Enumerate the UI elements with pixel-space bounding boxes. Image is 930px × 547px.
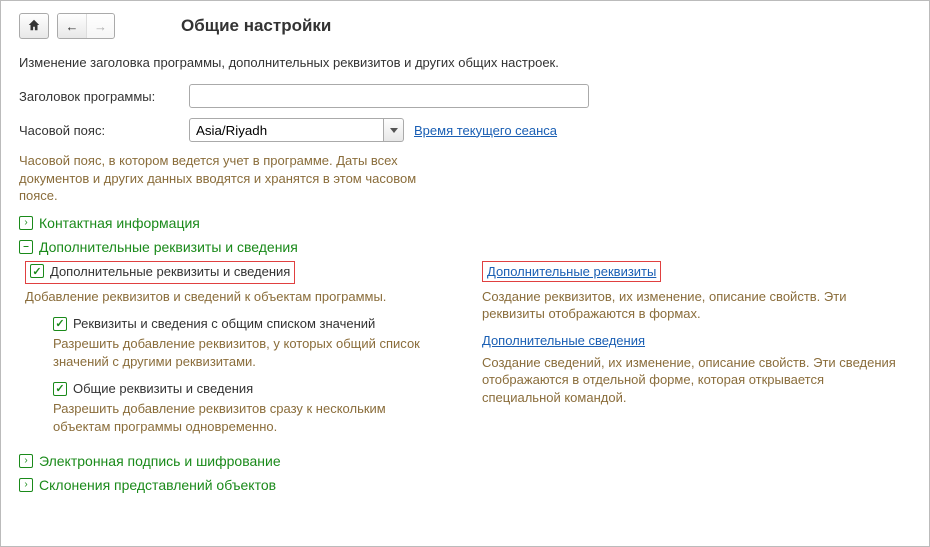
section-declensions-header[interactable]: › Склонения представлений объектов bbox=[19, 477, 911, 493]
section-contact-title: Контактная информация bbox=[39, 215, 200, 231]
timezone-row: Часовой пояс: Время текущего сеанса bbox=[19, 118, 911, 142]
section-signature: › Электронная подпись и шифрование bbox=[19, 453, 911, 469]
page-subtitle: Изменение заголовка программы, дополните… bbox=[19, 55, 911, 70]
section-contact-header[interactable]: › Контактная информация bbox=[19, 215, 911, 231]
timezone-label: Часовой пояс: bbox=[19, 123, 189, 138]
extra-main-checkbox-highlight: ✓ Дополнительные реквизиты и сведения bbox=[25, 261, 295, 284]
nav-group: ← → bbox=[57, 13, 115, 39]
collapse-icon: – bbox=[19, 240, 33, 254]
extra-sub1-checkbox-label: Реквизиты и сведения с общим списком зна… bbox=[73, 316, 375, 331]
extra-link2-hint: Создание сведений, их изменение, описани… bbox=[482, 354, 902, 407]
extra-sub2-checkbox-label: Общие реквизиты и сведения bbox=[73, 381, 253, 396]
extra-link1-block: Дополнительные реквизиты Создание реквиз… bbox=[482, 261, 911, 323]
home-icon bbox=[27, 18, 41, 35]
extra-main-checkbox-label: Дополнительные реквизиты и сведения bbox=[50, 264, 290, 279]
extra-sub1-checkbox-row[interactable]: ✓ Реквизиты и сведения с общим списком з… bbox=[53, 316, 375, 331]
checkbox-icon: ✓ bbox=[30, 264, 44, 278]
toolbar: ← → Общие настройки bbox=[19, 13, 911, 39]
extra-link1-highlight: Дополнительные реквизиты bbox=[482, 261, 661, 282]
extra-main-checkbox-row[interactable]: ✓ Дополнительные реквизиты и сведения bbox=[30, 264, 290, 279]
extra-left-col: ✓ Дополнительные реквизиты и сведения До… bbox=[25, 261, 454, 446]
program-title-row: Заголовок программы: bbox=[19, 84, 911, 108]
extra-sub2-checkbox-row[interactable]: ✓ Общие реквизиты и сведения bbox=[53, 381, 253, 396]
section-extra-title: Дополнительные реквизиты и сведения bbox=[39, 239, 298, 255]
timezone-dropdown-button[interactable] bbox=[384, 118, 404, 142]
checkbox-icon: ✓ bbox=[53, 317, 67, 331]
section-extra-header[interactable]: – Дополнительные реквизиты и сведения bbox=[19, 239, 911, 255]
timezone-input[interactable] bbox=[189, 118, 384, 142]
program-title-label: Заголовок программы: bbox=[19, 89, 189, 104]
chevron-down-icon bbox=[390, 128, 398, 133]
checkbox-icon: ✓ bbox=[53, 382, 67, 396]
section-contact: › Контактная информация bbox=[19, 215, 911, 231]
extra-info-link[interactable]: Дополнительные сведения bbox=[482, 333, 645, 348]
extra-sub1-hint: Разрешить добавление реквизитов, у котор… bbox=[53, 335, 433, 370]
section-signature-title: Электронная подпись и шифрование bbox=[39, 453, 281, 469]
program-title-input[interactable] bbox=[189, 84, 589, 108]
section-declensions-title: Склонения представлений объектов bbox=[39, 477, 276, 493]
section-extra-body: ✓ Дополнительные реквизиты и сведения До… bbox=[25, 261, 911, 446]
expand-icon: › bbox=[19, 454, 33, 468]
section-declensions: › Склонения представлений объектов bbox=[19, 477, 911, 493]
expand-icon: › bbox=[19, 216, 33, 230]
extra-link2-block: Дополнительные сведения Создание сведени… bbox=[482, 333, 911, 407]
forward-button: → bbox=[86, 14, 114, 38]
extra-sub1: ✓ Реквизиты и сведения с общим списком з… bbox=[53, 315, 454, 370]
extra-requisites-link[interactable]: Дополнительные реквизиты bbox=[487, 264, 656, 279]
extra-sub2: ✓ Общие реквизиты и сведения Разрешить д… bbox=[53, 380, 454, 435]
timezone-select[interactable] bbox=[189, 118, 404, 142]
arrow-left-icon: ← bbox=[66, 19, 79, 34]
extra-link1-hint: Создание реквизитов, их изменение, описа… bbox=[482, 288, 902, 323]
timezone-hint: Часовой пояс, в котором ведется учет в п… bbox=[19, 152, 439, 205]
expand-icon: › bbox=[19, 478, 33, 492]
section-signature-header[interactable]: › Электронная подпись и шифрование bbox=[19, 453, 911, 469]
extra-main-hint: Добавление реквизитов и сведений к объек… bbox=[25, 288, 445, 306]
session-time-link[interactable]: Время текущего сеанса bbox=[414, 123, 557, 138]
extra-sub2-hint: Разрешить добавление реквизитов сразу к … bbox=[53, 400, 433, 435]
extra-right-col: Дополнительные реквизиты Создание реквиз… bbox=[482, 261, 911, 446]
home-button[interactable] bbox=[19, 13, 49, 39]
page-title: Общие настройки bbox=[181, 16, 331, 36]
back-button[interactable]: ← bbox=[58, 14, 86, 38]
arrow-right-icon: → bbox=[94, 19, 107, 34]
section-extra: – Дополнительные реквизиты и сведения ✓ … bbox=[19, 239, 911, 446]
